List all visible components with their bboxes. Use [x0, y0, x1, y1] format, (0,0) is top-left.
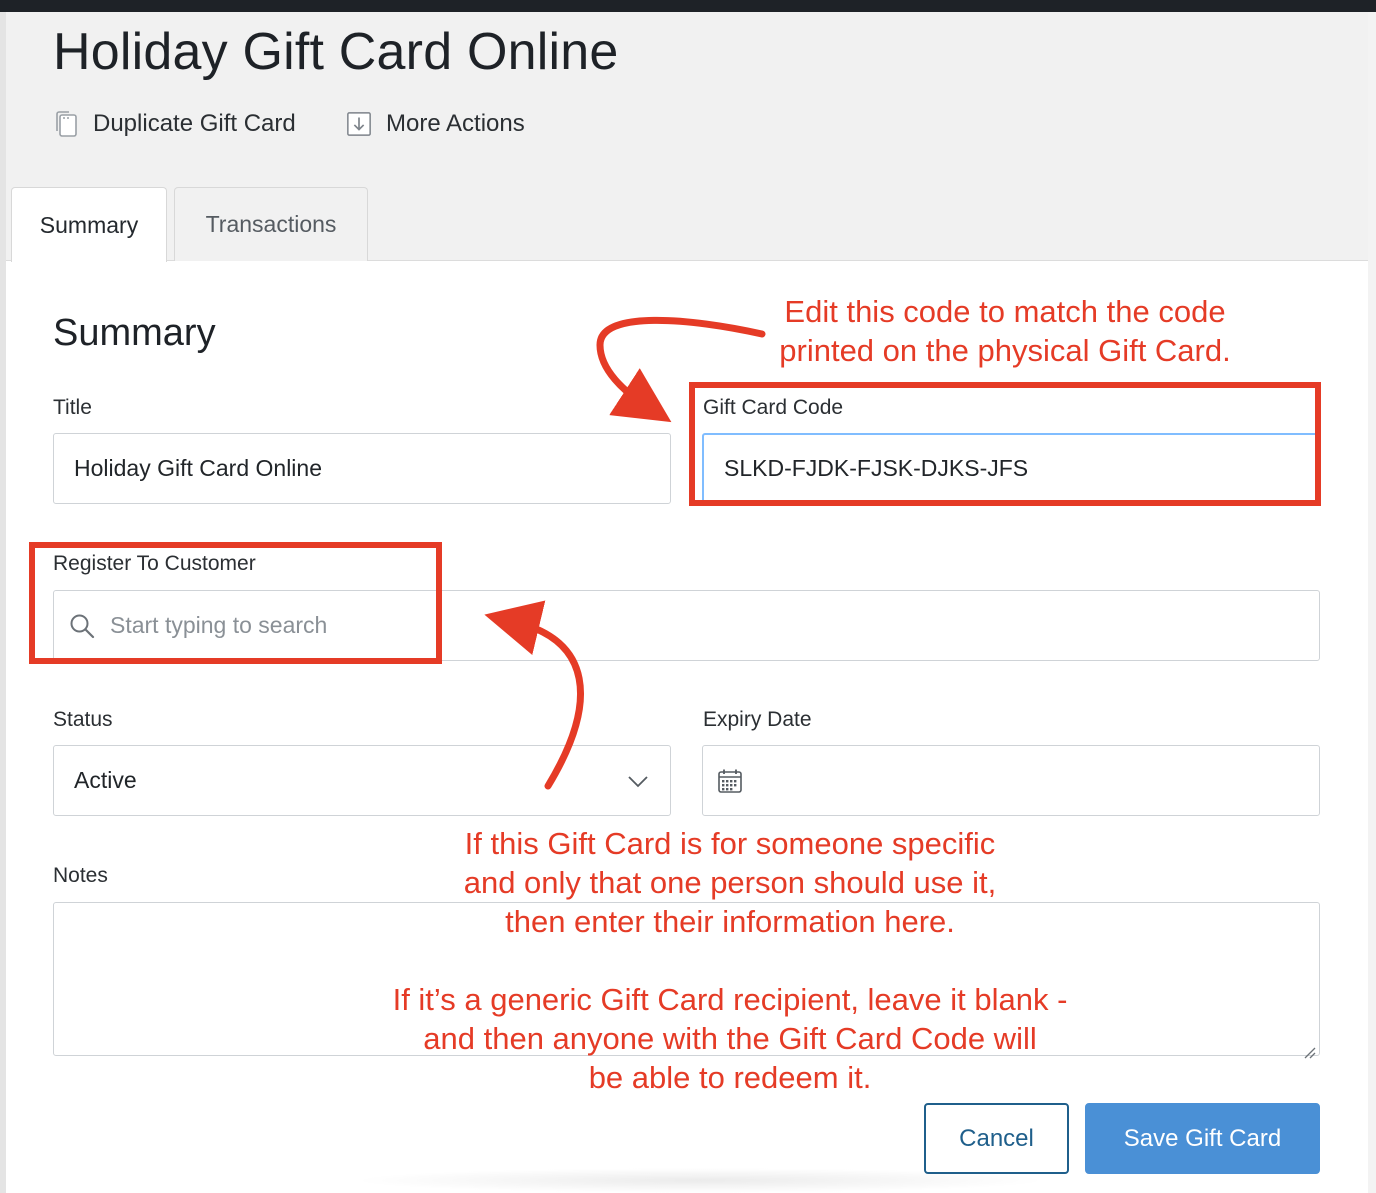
- search-icon: [68, 612, 96, 640]
- copy-icon: [53, 109, 79, 139]
- register-to-customer-label: Register To Customer: [53, 552, 256, 575]
- customer-search-wrapper: [53, 590, 1320, 661]
- left-rail: [0, 12, 6, 1193]
- right-rail: [1368, 12, 1376, 1193]
- tab-summary[interactable]: Summary: [11, 187, 167, 262]
- title-field-wrapper: [53, 433, 671, 504]
- status-value: Active: [74, 767, 137, 793]
- gift-card-code-annotation: Edit this code to match the code printed…: [779, 294, 1231, 368]
- customer-search-input[interactable]: [110, 591, 1319, 660]
- cancel-button[interactable]: Cancel: [924, 1103, 1069, 1174]
- title-input[interactable]: [74, 434, 670, 503]
- duplicate-gift-card-label: Duplicate Gift Card: [93, 110, 296, 137]
- code-arrow: [596, 316, 766, 423]
- download-icon: [346, 109, 372, 139]
- status-select[interactable]: Active: [53, 745, 671, 816]
- gift-card-code-input[interactable]: [724, 435, 1318, 502]
- more-actions-button[interactable]: More Actions: [346, 108, 525, 140]
- expiry-date-input[interactable]: [755, 746, 1319, 815]
- status-label: Status: [53, 708, 113, 731]
- section-title: Summary: [53, 312, 216, 354]
- page-title: Holiday Gift Card Online: [53, 23, 619, 81]
- calendar-icon[interactable]: [717, 767, 743, 795]
- gift-card-code-field-wrapper: [702, 433, 1320, 504]
- expiry-date-wrapper: [702, 745, 1320, 816]
- title-label: Title: [53, 396, 92, 419]
- save-gift-card-button[interactable]: Save Gift Card: [1085, 1103, 1320, 1174]
- resize-grip-icon[interactable]: [1302, 1038, 1316, 1059]
- notes-wrapper: [53, 902, 1320, 1059]
- chevron-down-icon: [628, 767, 648, 794]
- more-actions-label: More Actions: [386, 110, 525, 137]
- duplicate-gift-card-button[interactable]: Duplicate Gift Card: [53, 108, 296, 140]
- tab-transactions-label: Transactions: [205, 211, 337, 237]
- notes-textarea[interactable]: [54, 903, 1319, 1055]
- window-top-bar: [0, 0, 1376, 12]
- notes-label: Notes: [53, 864, 108, 887]
- tab-transactions[interactable]: Transactions: [174, 187, 368, 261]
- expiry-date-label: Expiry Date: [703, 708, 812, 731]
- gift-card-code-label: Gift Card Code: [703, 396, 844, 419]
- tab-summary-label: Summary: [39, 211, 139, 238]
- bottom-shadow: [350, 1168, 1050, 1193]
